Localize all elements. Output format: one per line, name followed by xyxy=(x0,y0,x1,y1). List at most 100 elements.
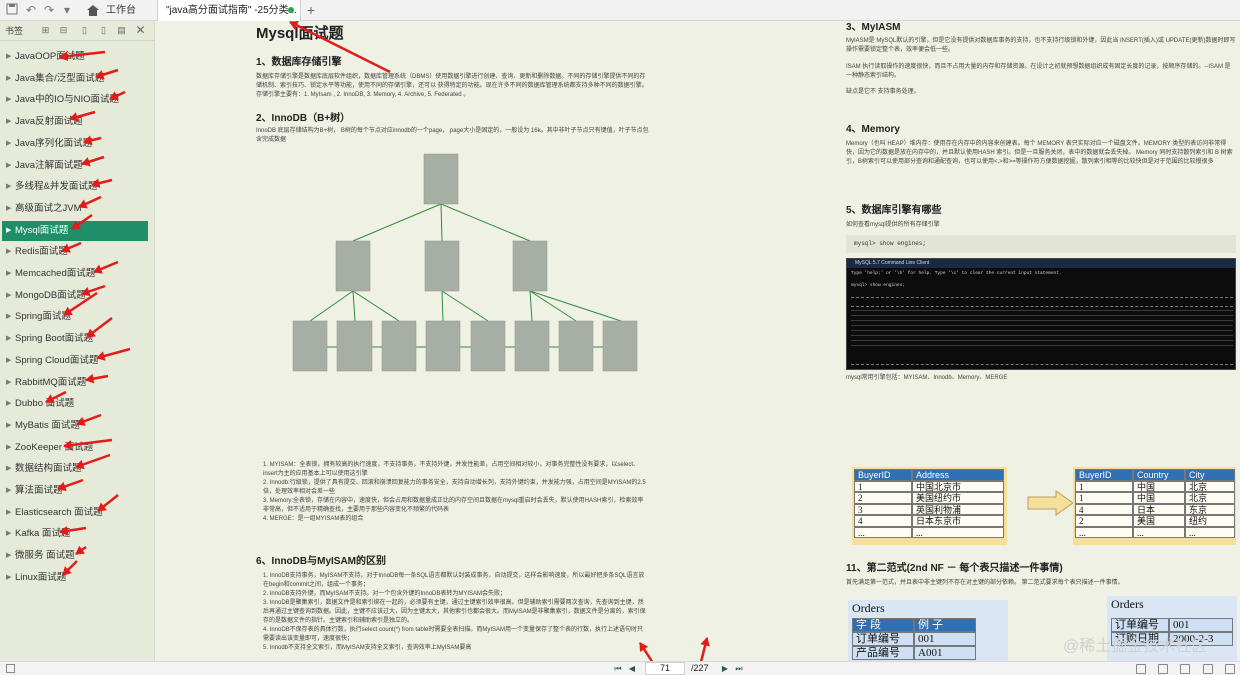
sidebar-item[interactable]: ▶ ZooKeeper 面试题 xyxy=(2,438,148,458)
sidebar-item-label: JavaOOP面试题 xyxy=(15,51,85,62)
section-heading: 4、Memory xyxy=(846,124,900,135)
tab-home[interactable]: 工作台 xyxy=(82,0,152,21)
expand-arrow-icon[interactable]: ▶ xyxy=(6,242,11,262)
table-cell: 4 xyxy=(1075,503,1133,515)
next-page-icon[interactable]: ▶ xyxy=(720,664,730,674)
table-cell: 纽约 xyxy=(1185,515,1235,527)
table-cell: 订单编号 xyxy=(852,632,914,646)
table-cell: 北京 xyxy=(1185,480,1235,492)
sidebar-item[interactable]: ▶ Spring Boot面试题 xyxy=(2,329,148,349)
expand-arrow-icon[interactable]: ▶ xyxy=(6,286,11,306)
fit-page-icon[interactable] xyxy=(6,664,15,673)
expand-arrow-icon[interactable]: ▶ xyxy=(6,69,11,89)
new-tab-button[interactable]: + xyxy=(304,1,318,19)
sidebar-item[interactable]: ▶ MyBatis 面试题 xyxy=(2,416,148,436)
bookmark-icon[interactable]: ▯ xyxy=(98,25,109,36)
settings-icon[interactable] xyxy=(1225,664,1235,674)
bookmark-sidebar: 书签 ⊞ ⊟ ▯ ▯ ▤ ✕ ▶ JavaOOP面试题 ▶ Java集合/泛型面试题 ▶… xyxy=(0,21,155,661)
expand-arrow-icon[interactable]: ▶ xyxy=(6,199,11,219)
sidebar-item[interactable]: ▶ 多线程&并发面试题 xyxy=(2,177,148,197)
undo-icon[interactable]: ↶ xyxy=(24,3,38,17)
expand-arrow-icon[interactable]: ▶ xyxy=(6,524,11,544)
section-heading: 1、数据库存储引擎 xyxy=(256,57,342,68)
list-item: 1. MYISAM：全表锁，拥有较高的执行速度，不支持事务，不支持外键，并发性能… xyxy=(263,462,640,477)
table-cell: 订单编号 xyxy=(1111,618,1169,632)
sidebar-item[interactable]: ▶ 微服务 面试题 xyxy=(2,546,148,566)
close-icon[interactable]: ✕ xyxy=(135,24,146,36)
tab-document[interactable]: "java高分面试指南" -25分类... xyxy=(157,0,301,21)
sidebar-item[interactable]: ▶ 算法面试题 xyxy=(2,481,148,501)
sidebar-item[interactable]: ▶ JavaOOP面试题 xyxy=(2,47,148,67)
single-page-icon[interactable] xyxy=(1136,664,1146,674)
expand-arrow-icon[interactable]: ▶ xyxy=(6,307,11,327)
expand-arrow-icon[interactable]: ▶ xyxy=(6,459,11,479)
table-header: 例 子 xyxy=(914,618,976,632)
table-cell: ... xyxy=(1133,526,1185,538)
collapse-all-icon[interactable]: ⊟ xyxy=(58,25,69,36)
expand-arrow-icon[interactable]: ▶ xyxy=(6,134,11,154)
redo-icon[interactable]: ↷ xyxy=(42,3,56,17)
expand-arrow-icon[interactable]: ▶ xyxy=(6,90,11,110)
save-icon[interactable] xyxy=(5,3,19,17)
expand-arrow-icon[interactable]: ▶ xyxy=(6,156,11,176)
expand-arrow-icon[interactable]: ▶ xyxy=(6,351,11,371)
sidebar-item[interactable]: ▶ 数据结构面试题 xyxy=(2,459,148,479)
expand-arrow-icon[interactable]: ▶ xyxy=(6,112,11,132)
expand-arrow-icon[interactable]: ▶ xyxy=(6,177,11,197)
fullscreen-icon[interactable] xyxy=(1203,664,1213,674)
expand-arrow-icon[interactable]: ▶ xyxy=(6,373,11,393)
sidebar-item[interactable]: ▶ Java中的IO与NIO面试题 xyxy=(2,90,148,110)
sidebar-item-label: 微服务 面试题 xyxy=(15,550,75,562)
delete-icon[interactable]: ▤ xyxy=(116,25,127,36)
table-cell: 3 xyxy=(854,503,912,515)
expand-arrow-icon[interactable]: ▶ xyxy=(6,546,11,566)
expand-arrow-icon[interactable]: ▶ xyxy=(6,416,11,436)
sidebar-item[interactable]: ▶ Java集合/泛型面试题 xyxy=(2,69,148,89)
expand-all-icon[interactable]: ⊞ xyxy=(40,25,51,36)
continuous-icon[interactable] xyxy=(1180,664,1190,674)
sidebar-item[interactable]: ▶ Elasticsearch 面试题 xyxy=(2,503,148,523)
list-item-text: Innodb:行级锁，提供了具有提交、回滚和崩溃回复能力的事务安全，支持自动增长… xyxy=(263,480,646,495)
sidebar-item-label: Elasticsearch 面试题 xyxy=(15,506,103,518)
table-cell: 日本东京市 xyxy=(912,515,1004,527)
sidebar-item[interactable]: ▶ Java序列化面试题 xyxy=(2,134,148,154)
sidebar-item[interactable]: ▶ Linux面试题 xyxy=(2,568,148,588)
watermark: @稀土掘金技术社区 xyxy=(1063,638,1208,655)
document-view[interactable]: Mysql面试题 1、数据库存储引擎 数据库存储引擎是数据库底层软件组织，数据库… xyxy=(155,21,1240,661)
sidebar-item[interactable]: ▶ 高级面试之JVM xyxy=(2,199,148,219)
table-header: City xyxy=(1185,469,1235,481)
expand-arrow-icon[interactable]: ▶ xyxy=(6,481,11,501)
add-bookmark-icon[interactable]: ▯ xyxy=(79,25,90,36)
sidebar-item[interactable]: ▶ Kafka 面试题 xyxy=(2,524,148,544)
sidebar-item[interactable]: ▶ Spring面试题 xyxy=(2,307,148,327)
sidebar-item[interactable]: ▶ Memcached面试题 xyxy=(2,264,148,284)
expand-arrow-icon[interactable]: ▶ xyxy=(6,329,11,349)
list-item-text: MYISAM：全表锁，拥有较高的执行速度，不支持事务，不支持外键，并发性能差，占… xyxy=(263,462,640,477)
expand-arrow-icon[interactable]: ▶ xyxy=(6,568,11,588)
sidebar-item[interactable]: ▶ Java注解面试题 xyxy=(2,156,148,176)
expand-arrow-icon[interactable]: ▶ xyxy=(6,503,11,523)
expand-arrow-icon[interactable]: ▶ xyxy=(6,394,11,414)
page-number-input[interactable]: 71 xyxy=(645,662,685,675)
first-page-icon[interactable]: ⏮ xyxy=(613,664,623,674)
sidebar-item-label: Memcached面试题 xyxy=(15,268,96,279)
sidebar-item[interactable]: ▶ Java反射面试题 xyxy=(2,112,148,132)
prev-page-icon[interactable]: ◀ xyxy=(627,664,637,674)
expand-arrow-icon[interactable]: ▶ xyxy=(6,47,11,67)
expand-arrow-icon[interactable]: ▶ xyxy=(6,221,11,241)
chevron-down-icon[interactable]: ▾ xyxy=(60,3,74,17)
sidebar-item[interactable]: ▶ Redis面试题 xyxy=(2,242,148,262)
sidebar-item[interactable]: ▶ RabbitMQ面试题 xyxy=(2,373,148,393)
sidebar-item-label: 高级面试之JVM xyxy=(15,202,82,214)
expand-arrow-icon[interactable]: ▶ xyxy=(6,264,11,284)
sidebar-item[interactable]: ▶ Dubbo 面试题 xyxy=(2,394,148,414)
expand-arrow-icon[interactable]: ▶ xyxy=(6,438,11,458)
paragraph: 缺点是它不 支持事务处理。 xyxy=(846,89,920,95)
sidebar-item[interactable]: ▶ Mysql面试题 xyxy=(2,220,148,241)
double-page-icon[interactable] xyxy=(1158,664,1168,674)
last-page-icon[interactable]: ⏭ xyxy=(734,664,744,674)
sidebar-item[interactable]: ▶ MongoDB面试题 xyxy=(2,286,148,306)
table-cell: 4 xyxy=(854,515,912,527)
sidebar-item[interactable]: ▶ Spring Cloud面试题 xyxy=(2,351,148,371)
table-header: BuyerID xyxy=(1075,469,1133,481)
